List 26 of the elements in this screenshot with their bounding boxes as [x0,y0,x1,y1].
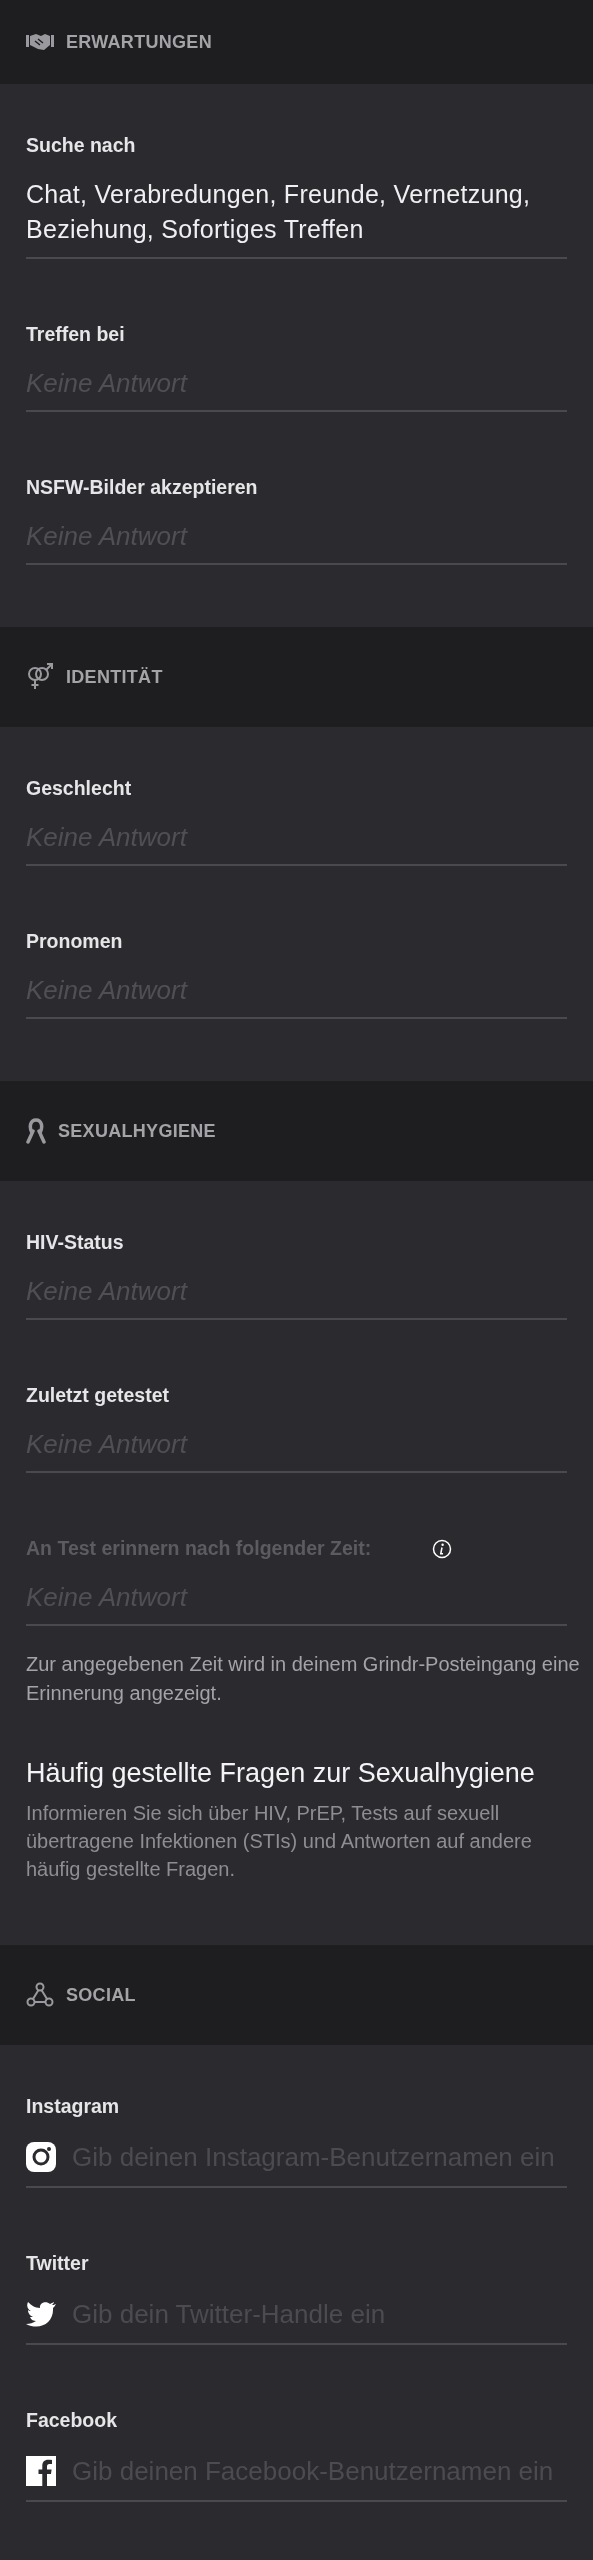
field-label: Pronomen [26,930,124,953]
field-label: Treffen bei [26,323,126,346]
section-title: IDENTITÄT [66,666,163,688]
section-title: ERWARTUNGEN [66,31,212,53]
ribbon-icon [26,1117,46,1145]
gender-symbols-icon [26,663,54,691]
field-label: Twitter [26,2252,90,2275]
field-label: Zuletzt getestet [26,1384,170,1407]
f-letter-icon [26,2456,56,2486]
helper-text: Zur angegebenen Zeit wird in deinem Grindr-Posteingang eine Erinnerung angezeigt. [26,1652,581,1706]
field-label: Instagram [26,2095,121,2118]
camera-icon [26,2142,56,2172]
faq-description: Informieren Sie sich über HIV, PrEP, Tests auf sexuell übertragene Infektionen (STIs) und Antworten auf andere häufig gestellte Fragen. [26,1801,533,1882]
field-label: HIV-Status [26,1231,125,1254]
handshake-icon [26,32,54,52]
field-label: Suche nach [26,134,137,157]
faq-link[interactable]: Häufig gestellte Fragen zur Sexualhygiene [26,1758,567,1789]
field-label: NSFW-Bilder akzeptieren [26,476,259,499]
info-icon [432,1538,452,1559]
field-label: Geschlecht [26,777,133,800]
section-title: SOCIAL [66,1984,136,2006]
section-title: SEXUALHYGIENE [58,1120,216,1142]
input-field[interactable]: Chat, Verabredungen, Freunde, Vernetzung, Beziehung, Sofortiges Treffen [26,157,567,259]
network-nodes-icon [26,1982,54,2008]
bird-icon [26,2299,56,2329]
field-label: Facebook [26,2409,119,2432]
